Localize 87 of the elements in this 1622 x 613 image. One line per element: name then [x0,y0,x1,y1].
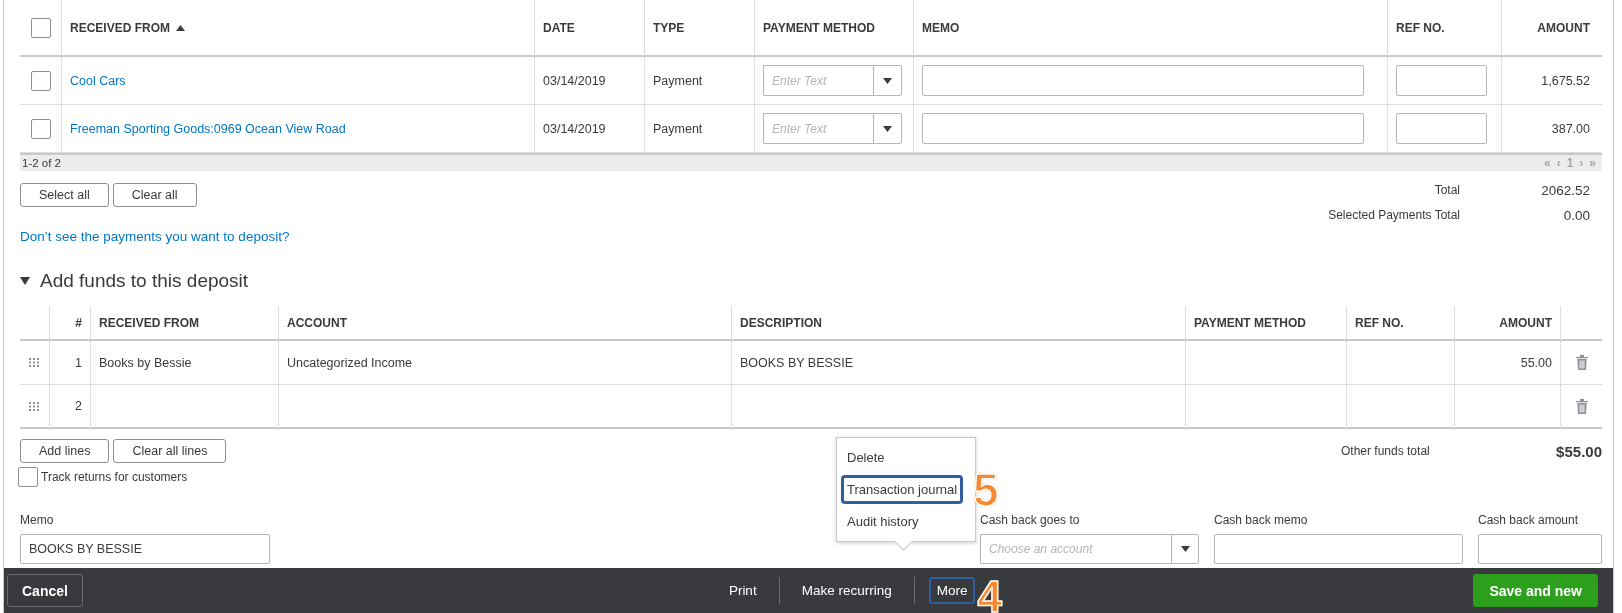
memo-field[interactable]: BOOKS BY BESSIE [20,534,270,564]
table-cell: Books by Bessie [99,355,192,370]
table-cell: Payment [653,73,703,88]
field-label: Cash back amount [1478,513,1580,527]
other-funds-label: Other funds total [1341,444,1431,458]
drag-handle-icon[interactable] [29,401,40,411]
selection-button[interactable]: Clear all [112,183,197,207]
table-cell: Payment [653,121,703,136]
column-header[interactable]: PAYMENT METHOD [763,20,875,35]
customer-link[interactable]: Cool Cars [70,73,126,88]
empty-cell[interactable] [1185,341,1346,385]
table-cell: 387.00 [1551,121,1590,136]
cash-back-amount-field[interactable] [1478,534,1602,564]
total-value: 2062.52 [1540,183,1590,198]
memo-field[interactable] [922,113,1364,144]
menu-item[interactable]: Delete [841,443,891,472]
other-funds-total: $55.00 [1555,442,1602,460]
field-label: Memo [20,513,55,527]
column-header: # [75,315,82,330]
menu-item[interactable]: Audit history [841,507,925,536]
memo-field[interactable] [922,65,1364,96]
column-header[interactable]: DATE [543,20,575,35]
menu-item[interactable]: Transaction journal [841,475,964,504]
ref-no-field[interactable] [1396,113,1487,144]
row-checkbox[interactable] [30,70,51,91]
dropdown-button[interactable] [873,113,902,144]
help-link[interactable]: Don’t see the payments you want to deposit? [20,229,290,244]
field-label: Cash back goes to [980,513,1081,527]
empty-cell[interactable] [1346,341,1454,385]
caret-icon [1180,546,1190,552]
track-returns-checkbox[interactable] [18,467,38,487]
page-range: 1-2 of 2 [22,157,61,169]
column-header[interactable]: RECEIVED FROM [70,20,170,35]
column-header[interactable]: MEMO [922,20,960,35]
footer-action[interactable]: More [928,577,976,604]
row-checkbox[interactable] [30,118,51,139]
empty-cell[interactable] [1454,385,1560,429]
trash-icon[interactable] [1575,355,1588,370]
selection-button[interactable]: Select all [20,183,109,207]
column-header: DESCRIPTION [740,315,822,330]
trash-icon[interactable] [1575,398,1588,414]
column-header: ACCOUNT [287,315,347,330]
line-button[interactable]: Add lines [20,439,110,463]
collapse-icon[interactable] [20,277,30,285]
table-cell: 55.00 [1520,355,1552,370]
empty-cell[interactable] [1346,385,1454,429]
footer-action[interactable]: Make recurring [793,577,900,604]
cash-back-memo-field[interactable] [1214,534,1463,564]
drag-handle-icon[interactable] [29,358,40,367]
payment-method-field[interactable]: Enter Text [763,65,873,96]
column-header[interactable]: TYPE [653,20,685,35]
checkbox-label: Track returns for customers [41,470,188,484]
column-header[interactable]: REF NO. [1396,20,1445,35]
section-title[interactable]: Add funds to this deposit [40,270,249,292]
caret-icon [883,77,892,84]
field-label: Cash back memo [1214,513,1309,527]
empty-cell[interactable] [278,385,731,429]
payment-method-field[interactable]: Enter Text [763,113,873,144]
table-cell: 03/14/2019 [543,73,606,88]
total-value: 0.00 [1562,208,1590,223]
table-cell: 03/14/2019 [543,121,606,136]
column-header: REF NO. [1355,315,1404,330]
column-header[interactable]: AMOUNT [1537,20,1590,35]
table-cell: 1 [75,355,82,370]
empty-cell[interactable] [90,385,278,429]
dropdown-button[interactable] [1171,534,1199,564]
caret-icon [883,125,892,132]
select-all-checkbox[interactable] [30,17,51,38]
empty-cell[interactable] [731,385,1185,429]
empty-cell[interactable] [1185,385,1346,429]
ref-no-field[interactable] [1396,65,1487,96]
account-field[interactable]: Choose an account [980,534,1171,564]
cancel-button[interactable]: Cancel [7,574,83,607]
table-cell: 2 [75,399,82,413]
table-cell: Uncategorized Income [287,355,413,370]
footer-action[interactable]: Print [720,577,765,604]
total-label: Selected Payments Total [1328,208,1460,223]
dropdown-button[interactable] [873,65,902,96]
callout-number: 4 [977,575,1002,613]
table-cell: BOOKS BY BESSIE [740,355,853,370]
total-label: Total [1433,183,1460,198]
column-header: RECEIVED FROM [99,315,199,330]
customer-link[interactable]: Freeman Sporting Goods:0969 Ocean View Road [70,121,346,136]
table-cell: 1,675.52 [1541,73,1590,88]
line-button[interactable]: Clear all lines [113,439,227,463]
column-header: PAYMENT METHOD [1194,315,1306,330]
column-header: AMOUNT [1499,315,1552,330]
